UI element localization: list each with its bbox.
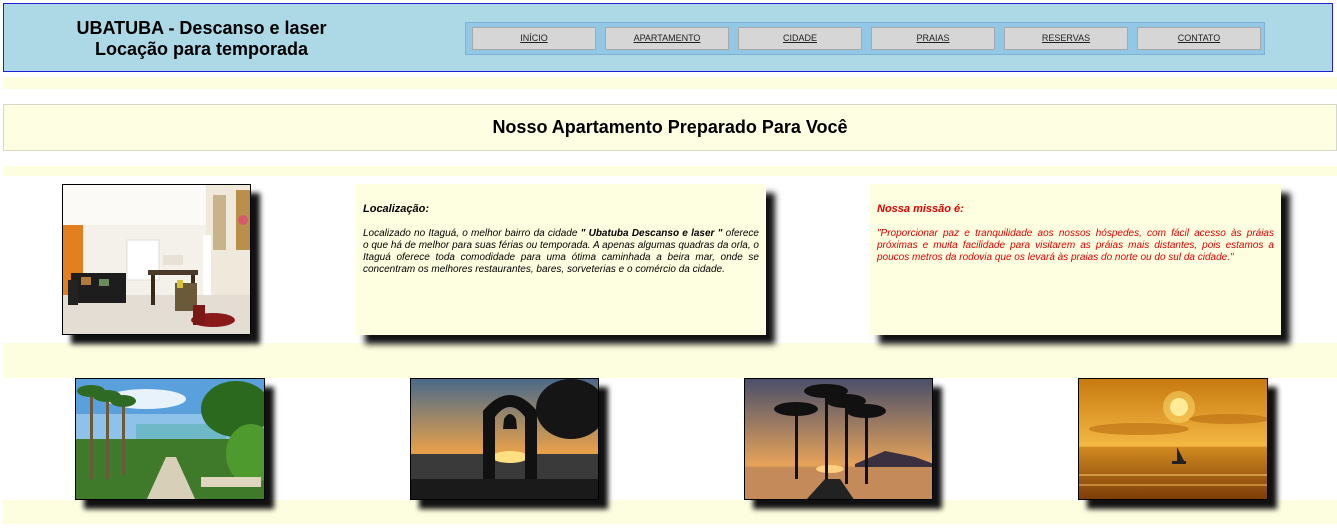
mission-card: Nossa missão é: "Proporcionar paz e tran…	[870, 184, 1281, 335]
sailboat-sunset-photo	[1078, 378, 1268, 500]
apartment-photo	[62, 184, 251, 335]
divider-band	[3, 343, 1337, 378]
divider-band	[3, 166, 1337, 176]
site-header: UBATUBA - Descanso e laser Locação para …	[3, 3, 1333, 72]
nav-item-praias[interactable]: PRAIAS	[871, 27, 995, 50]
main-nav: INÍCIO APARTAMENTO CIDADE PRAIAS RESERVA…	[465, 22, 1265, 55]
site-brand: UBATUBA - Descanso e laser Locação para …	[4, 18, 399, 60]
nav-item-cidade[interactable]: CIDADE	[738, 27, 862, 50]
mission-heading: Nossa missão é:	[877, 203, 964, 215]
nav-item-inicio[interactable]: INÍCIO	[472, 27, 596, 50]
palm-sunset-photo	[744, 378, 933, 500]
mission-text: "Proporcionar paz e tranquilidade aos no…	[877, 228, 1274, 263]
bell-sunset-photo	[410, 378, 599, 500]
location-card: Localização: Localizado no Itaguá, o mel…	[356, 184, 766, 335]
divider-band	[3, 500, 1337, 524]
page-title: Nosso Apartamento Preparado Para Você	[3, 104, 1337, 151]
brand-title: UBATUBA - Descanso e laser	[76, 18, 327, 38]
nav-item-reservas[interactable]: RESERVAS	[1004, 27, 1128, 50]
brand-subtitle: Locação para temporada	[94, 39, 309, 59]
tropical-stairs-photo	[75, 378, 265, 500]
nav-item-apartamento[interactable]: APARTAMENTO	[605, 27, 729, 50]
divider-band	[3, 77, 1337, 89]
location-text: Localizado no Itaguá, o melhor bairro da…	[363, 228, 759, 275]
nav-item-contato[interactable]: CONTATO	[1137, 27, 1261, 50]
location-heading: Localização:	[363, 203, 430, 215]
